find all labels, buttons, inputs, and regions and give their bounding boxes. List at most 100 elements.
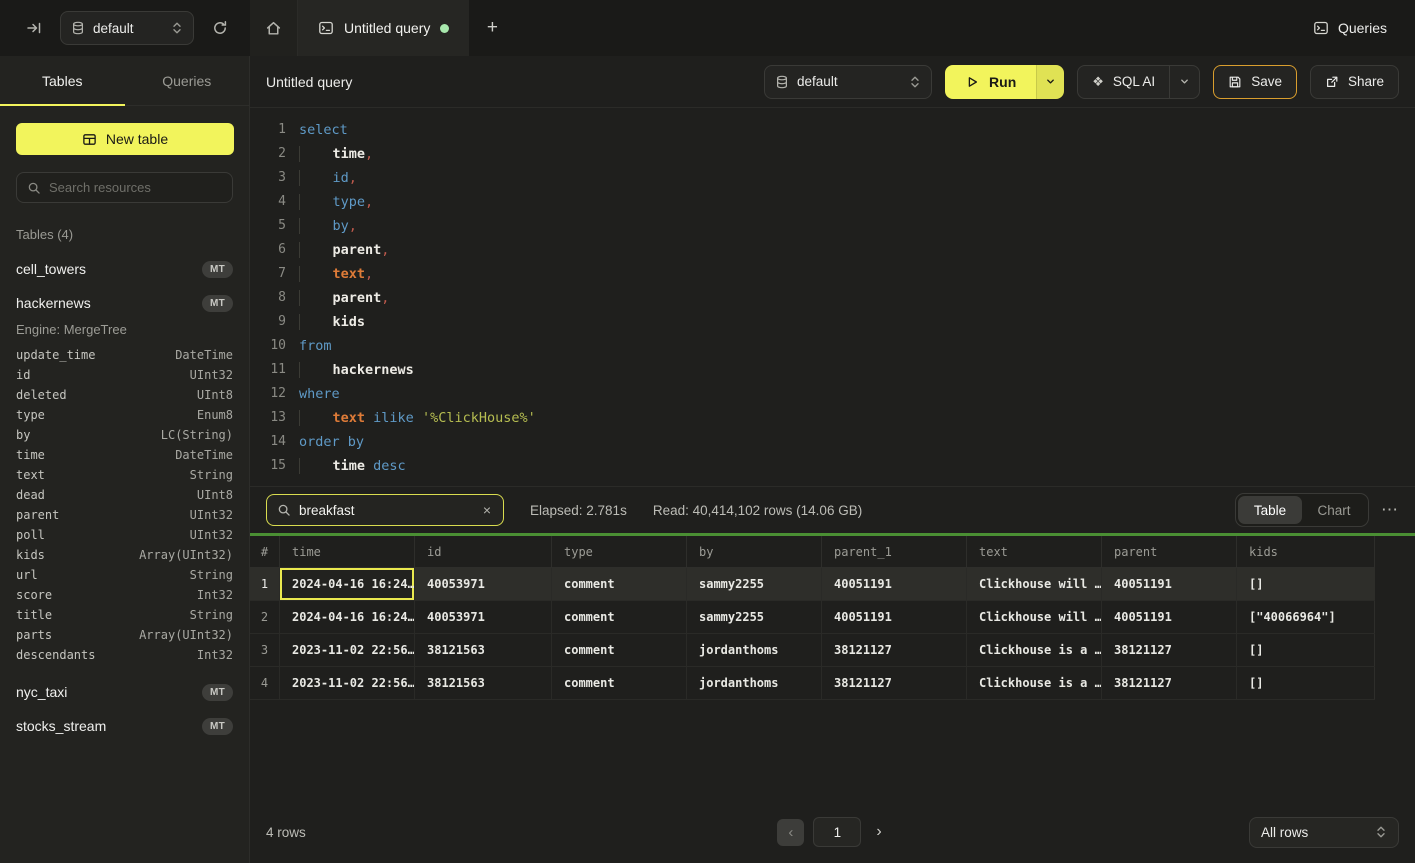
column-header[interactable]: by [687,536,822,568]
table-cell[interactable]: comment [552,667,687,700]
table-cell[interactable]: 38121127 [822,634,967,667]
table-cell[interactable]: [] [1237,568,1375,601]
row-number-cell[interactable]: 3 [250,634,280,667]
ellipsis-icon[interactable]: ⋯ [1381,500,1399,520]
schema-column[interactable]: textString [0,465,249,485]
share-button[interactable]: Share [1310,65,1399,99]
home-tab[interactable] [250,0,298,56]
view-tab-table[interactable]: Table [1238,496,1302,524]
schema-column[interactable]: urlString [0,565,249,585]
results-search-input[interactable] [299,503,473,518]
chevron-right-icon[interactable]: › [870,823,887,841]
table-cell[interactable]: jordanthoms [687,634,822,667]
sidebar-tab-queries[interactable]: Queries [125,56,250,105]
table-cell[interactable]: sammy2255 [687,568,822,601]
table-cell[interactable]: ["40066964"] [1237,601,1375,634]
schema-column[interactable]: typeEnum8 [0,405,249,425]
table-cell[interactable]: jordanthoms [687,667,822,700]
schema-column[interactable]: titleString [0,605,249,625]
schema-column[interactable]: partsArray(UInt32) [0,625,249,645]
sidebar-table-item[interactable]: nyc_taxiMT [0,675,249,709]
column-header[interactable]: kids [1237,536,1375,568]
table-cell[interactable]: [] [1237,634,1375,667]
view-tab-chart[interactable]: Chart [1302,496,1366,524]
schema-column[interactable]: deletedUInt8 [0,385,249,405]
table-cell[interactable]: 38121127 [822,667,967,700]
table-cell[interactable]: 40053971 [415,601,552,634]
schema-column[interactable]: parentUInt32 [0,505,249,525]
collapse-sidebar-icon[interactable] [22,16,46,40]
search-resources-input[interactable] [49,180,225,195]
save-button[interactable]: Save [1213,65,1297,99]
table-cell[interactable]: 38121127 [1102,667,1237,700]
schema-column[interactable]: scoreInt32 [0,585,249,605]
schema-column[interactable]: update_timeDateTime [0,345,249,365]
chevron-left-icon[interactable]: ‹ [777,819,804,846]
sql-editor[interactable]: 1select2 time,3 id,4 type,5 by,6 parent,… [250,108,1415,486]
refresh-icon[interactable] [208,16,232,40]
column-type: String [190,608,233,622]
table-cell[interactable]: 38121127 [1102,634,1237,667]
table-cell[interactable]: comment [552,634,687,667]
save-label: Save [1251,74,1282,89]
code-line: 11 hackernews [250,358,1415,382]
table-cell[interactable]: comment [552,568,687,601]
run-button[interactable]: Run [945,65,1036,99]
sidebar-table-item[interactable]: cell_towersMT [0,252,249,286]
schema-column[interactable]: descendantsInt32 [0,645,249,665]
table-cell[interactable]: 40051191 [822,601,967,634]
table-cell[interactable]: Clickhouse will … [967,601,1102,634]
table-cell[interactable]: 40053971 [415,568,552,601]
schema-column[interactable]: timeDateTime [0,445,249,465]
sql-ai-button[interactable]: ❖ SQL AI [1077,65,1200,99]
table-cell[interactable]: 38121563 [415,634,552,667]
table-cell[interactable]: 40051191 [1102,568,1237,601]
table-cell[interactable]: Clickhouse is a … [967,667,1102,700]
sidebar-tab-tables[interactable]: Tables [0,56,125,105]
table-cell[interactable]: 2023-11-02 22:56… [280,634,415,667]
sidebar-table-item[interactable]: stocks_streamMT [0,709,249,743]
database-selector[interactable]: default [60,11,194,45]
new-table-button[interactable]: New table [16,123,234,155]
row-number-cell[interactable]: 4 [250,667,280,700]
column-header[interactable]: parent_1 [822,536,967,568]
schema-column[interactable]: idUInt32 [0,365,249,385]
table-cell[interactable]: comment [552,601,687,634]
new-tab-icon[interactable]: + [469,0,515,56]
schema-column[interactable]: pollUInt32 [0,525,249,545]
table-cell[interactable]: 40051191 [822,568,967,601]
schema-column[interactable]: byLC(String) [0,425,249,445]
page-number[interactable]: 1 [813,817,861,847]
schema-column[interactable]: deadUInt8 [0,485,249,505]
column-header[interactable]: type [552,536,687,568]
column-header[interactable]: time [280,536,415,568]
column-header[interactable]: # [250,536,280,568]
column-header[interactable]: id [415,536,552,568]
query-database-selector[interactable]: default [764,65,932,99]
code-line: 15 time desc [250,454,1415,478]
sidebar-table-item[interactable]: hackernewsMT [0,286,249,320]
page-size-selector[interactable]: All rows [1249,817,1399,848]
tab-untitled-query[interactable]: Untitled query [298,0,469,56]
queries-label: Queries [1338,20,1387,36]
table-cell[interactable]: 2023-11-02 22:56… [280,667,415,700]
clear-search-icon[interactable]: × [481,502,493,518]
row-number-cell[interactable]: 2 [250,601,280,634]
column-header[interactable]: parent [1102,536,1237,568]
table-cell[interactable]: 40051191 [1102,601,1237,634]
table-cell[interactable]: 2024-04-16 16:24… [280,601,415,634]
table-cell[interactable]: 2024-04-16 16:24… [280,568,415,601]
schema-column[interactable]: kidsArray(UInt32) [0,545,249,565]
table-cell[interactable]: sammy2255 [687,601,822,634]
table-cell[interactable]: Clickhouse will … [967,568,1102,601]
sql-ai-chevron-icon[interactable] [1169,66,1199,98]
table-cell[interactable]: [] [1237,667,1375,700]
line-number: 12 [250,382,286,406]
table-cell[interactable]: 38121563 [415,667,552,700]
row-number-cell[interactable]: 1 [250,568,280,601]
table-cell[interactable]: Clickhouse is a … [967,634,1102,667]
run-dropdown-chevron-icon[interactable] [1036,65,1064,99]
column-header[interactable]: text [967,536,1102,568]
queries-button[interactable]: Queries [1313,20,1387,36]
column-name: parent [16,508,59,522]
